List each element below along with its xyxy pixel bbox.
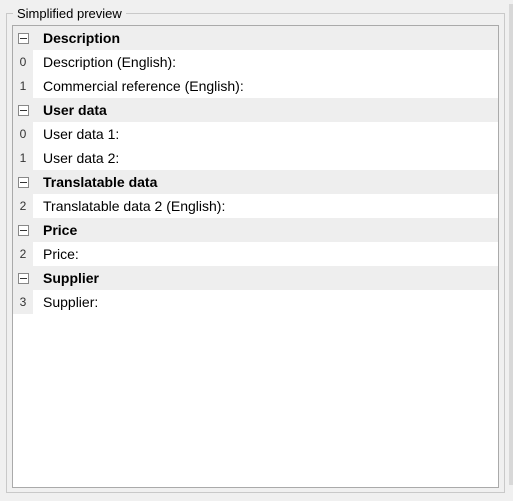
- row-index: 2: [13, 242, 33, 266]
- row-index: 3: [13, 290, 33, 314]
- section-title: User data: [33, 102, 498, 118]
- collapse-icon[interactable]: [13, 98, 33, 122]
- section-title: Price: [33, 222, 498, 238]
- collapse-icon[interactable]: [13, 26, 33, 50]
- grid-row[interactable]: 1 Commercial reference (English):: [13, 74, 498, 98]
- section-header-description: Description: [13, 26, 498, 50]
- grid-row[interactable]: 0 Description (English):: [13, 50, 498, 74]
- collapse-icon[interactable]: [13, 218, 33, 242]
- simplified-preview-groupbox: Simplified preview Description 0 Descrip…: [6, 6, 505, 493]
- row-label: User data 2:: [33, 150, 498, 166]
- row-label: Description (English):: [33, 54, 498, 70]
- grid-row[interactable]: 3 Supplier:: [13, 290, 498, 314]
- section-title: Supplier: [33, 270, 498, 286]
- section-header-price: Price: [13, 218, 498, 242]
- section-title: Translatable data: [33, 174, 498, 190]
- grid-row[interactable]: 0 User data 1:: [13, 122, 498, 146]
- row-index: 1: [13, 146, 33, 170]
- row-index: 1: [13, 74, 33, 98]
- row-index: 2: [13, 194, 33, 218]
- row-label: User data 1:: [33, 126, 498, 142]
- row-label: Translatable data 2 (English):: [33, 198, 498, 214]
- groupbox-title: Simplified preview: [13, 6, 126, 21]
- grid-row[interactable]: 2 Translatable data 2 (English):: [13, 194, 498, 218]
- section-header-user-data: User data: [13, 98, 498, 122]
- section-title: Description: [33, 30, 498, 46]
- row-label: Commercial reference (English):: [33, 78, 498, 94]
- preview-grid: Description 0 Description (English): 1 C…: [12, 25, 499, 488]
- collapse-icon[interactable]: [13, 170, 33, 194]
- row-label: Price:: [33, 246, 498, 262]
- grid-row[interactable]: 1 User data 2:: [13, 146, 498, 170]
- scrollbar-hint: [509, 4, 513, 485]
- collapse-icon[interactable]: [13, 266, 33, 290]
- row-label: Supplier:: [33, 294, 498, 310]
- section-header-translatable-data: Translatable data: [13, 170, 498, 194]
- section-header-supplier: Supplier: [13, 266, 498, 290]
- grid-row[interactable]: 2 Price:: [13, 242, 498, 266]
- row-index: 0: [13, 122, 33, 146]
- row-index: 0: [13, 50, 33, 74]
